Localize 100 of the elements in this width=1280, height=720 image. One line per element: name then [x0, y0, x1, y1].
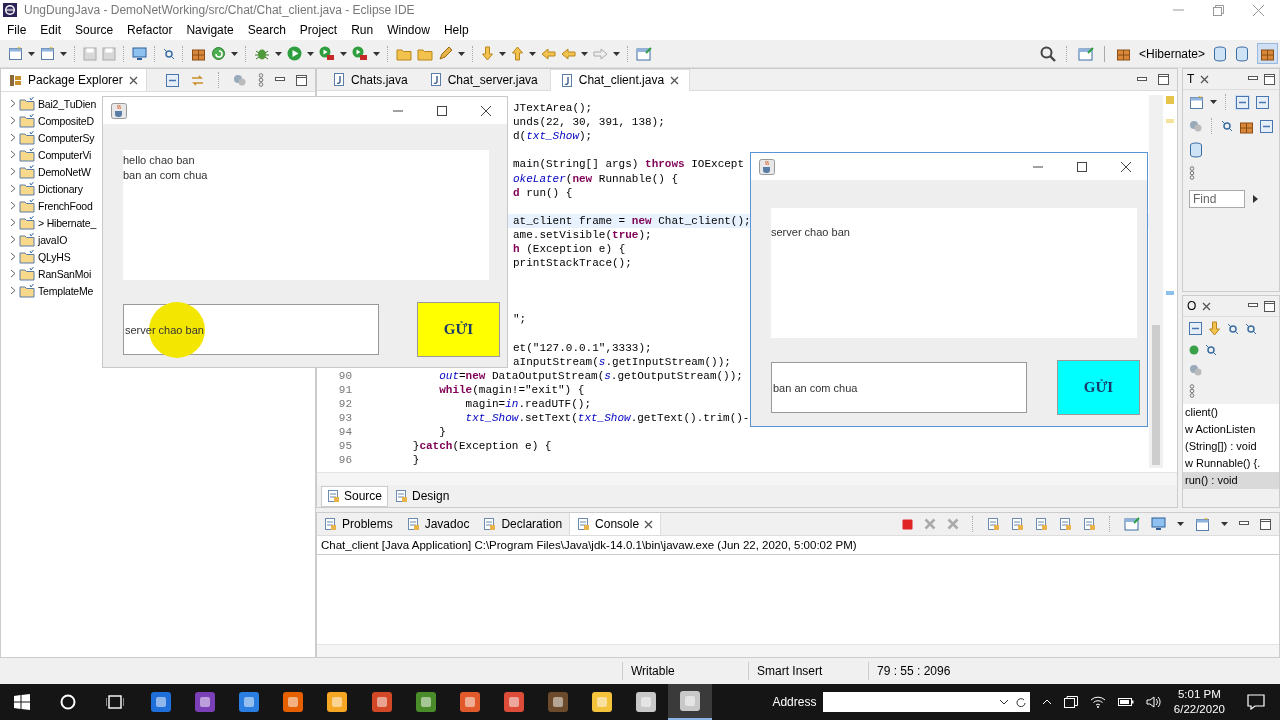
project-name[interactable]: ComputerSy: [38, 131, 95, 144]
menu-item[interactable]: Source: [75, 23, 114, 37]
scrollbar[interactable]: [317, 472, 1177, 485]
view-tab[interactable]: Package Explorer: [1, 69, 147, 91]
maximize-icon[interactable]: [1264, 73, 1275, 85]
pin-icon[interactable]: [163, 47, 175, 60]
caret-icon[interactable]: [1210, 100, 1217, 104]
project-name[interactable]: DemoNetW: [38, 165, 91, 178]
app-icon[interactable]: [150, 691, 173, 713]
collapse-icon[interactable]: [166, 73, 179, 87]
app-icon[interactable]: [635, 691, 658, 713]
battery-icon[interactable]: [1117, 697, 1134, 707]
window-icon[interactable]: [636, 46, 652, 61]
project-name[interactable]: javaIO: [38, 233, 68, 246]
pin-icon[interactable]: [1221, 120, 1233, 132]
close-icon[interactable]: [128, 75, 138, 85]
page-icon[interactable]: [395, 489, 409, 503]
annotation-marker[interactable]: [1166, 119, 1174, 123]
caret-icon[interactable]: [373, 51, 380, 56]
menu-item[interactable]: Project: [299, 23, 338, 37]
project-name[interactable]: QLyHS: [38, 250, 71, 263]
collapse-icon[interactable]: [1260, 119, 1273, 133]
caret-icon[interactable]: [999, 699, 1008, 705]
scrollbar[interactable]: [317, 644, 1279, 657]
outline-item[interactable]: w ActionListen: [1183, 421, 1279, 438]
editor-mode-tab[interactable]: Design: [390, 486, 455, 506]
caret-icon[interactable]: [60, 51, 67, 56]
page-icon[interactable]: [1059, 517, 1072, 531]
view-tab[interactable]: T: [1187, 72, 1195, 86]
menu-item[interactable]: File: [7, 23, 27, 37]
stop-icon[interactable]: [902, 518, 913, 530]
app-icon[interactable]: [194, 691, 217, 713]
vertical-dots-icon[interactable]: [258, 73, 264, 87]
page-icon[interactable]: [327, 489, 340, 503]
refresh-icon[interactable]: [211, 46, 226, 61]
minimize-icon[interactable]: [1137, 76, 1147, 83]
page-icon[interactable]: [483, 517, 497, 531]
app-icon[interactable]: [282, 691, 305, 713]
page-icon[interactable]: [1035, 517, 1048, 531]
chevron-up-icon[interactable]: [1041, 699, 1052, 705]
caret-icon[interactable]: [340, 51, 347, 56]
message-input[interactable]: ban an com chua: [771, 362, 1027, 413]
caret-icon[interactable]: [307, 51, 314, 56]
menu-item[interactable]: Search: [247, 23, 286, 37]
maximize-icon[interactable]: [1077, 161, 1087, 172]
view-tab[interactable]: Javadoc: [399, 513, 477, 535]
app-icon[interactable]: [547, 691, 570, 713]
window-icon[interactable]: [1077, 46, 1094, 61]
project-name[interactable]: Bai2_TuDien: [38, 97, 97, 110]
caret-icon[interactable]: [231, 51, 238, 56]
vertical-dots-icon[interactable]: [1189, 384, 1195, 398]
app-icon[interactable]: [679, 690, 702, 712]
dot-icon[interactable]: [1189, 345, 1199, 355]
windows-logo-icon[interactable]: [14, 694, 30, 710]
message-area[interactable]: server chao ban: [771, 208, 1137, 338]
menu-item[interactable]: Navigate: [186, 23, 234, 37]
database-icon[interactable]: [1235, 45, 1249, 62]
wifi-icon[interactable]: [1089, 696, 1106, 708]
perspective-button[interactable]: <Hibernate>: [1138, 46, 1205, 61]
document-icon[interactable]: [1195, 516, 1210, 532]
outline-item[interactable]: w Runnable() {.: [1183, 455, 1279, 472]
database-icon[interactable]: [1189, 142, 1203, 158]
project-name[interactable]: ComputerVi: [38, 148, 92, 161]
document-icon[interactable]: [8, 46, 23, 61]
maximize-icon[interactable]: [296, 74, 307, 86]
pin-icon[interactable]: [1205, 344, 1217, 356]
clock-time[interactable]: 5:01 PM: [1177, 687, 1221, 702]
project-name[interactable]: RanSanMoi: [38, 267, 92, 280]
annotation-marker[interactable]: [1166, 96, 1174, 104]
menu-item[interactable]: Run: [351, 23, 374, 37]
task-view-icon[interactable]: [106, 694, 124, 710]
minimize-icon[interactable]: [1239, 521, 1249, 527]
send-button[interactable]: GỬI: [1057, 360, 1140, 415]
maximize-icon[interactable]: [1260, 518, 1271, 530]
window-icon[interactable]: [1124, 517, 1140, 531]
minimize-icon[interactable]: [1248, 303, 1258, 309]
arrow-down-icon[interactable]: [481, 46, 494, 61]
play-icon[interactable]: [352, 46, 368, 61]
minimize-icon[interactable]: [275, 77, 285, 83]
page-icon[interactable]: [577, 517, 591, 531]
caret-icon[interactable]: [275, 51, 282, 56]
view-tab[interactable]: Console: [569, 513, 662, 535]
view-tab[interactable]: O: [1187, 299, 1197, 313]
close-icon[interactable]: [1202, 301, 1212, 311]
maximize-icon[interactable]: [437, 105, 447, 116]
find-field[interactable]: Find: [1189, 190, 1245, 208]
caret-icon[interactable]: [581, 51, 588, 56]
editor-mode-tab[interactable]: Source: [321, 485, 389, 507]
app-icon[interactable]: [414, 691, 437, 713]
app-icon[interactable]: [458, 691, 481, 713]
document-icon[interactable]: [40, 46, 55, 61]
monitor-icon[interactable]: [132, 46, 147, 61]
caret-icon[interactable]: [28, 51, 35, 56]
menu-item[interactable]: Window: [387, 23, 430, 37]
clock-date[interactable]: 6/22/2020: [1173, 702, 1225, 717]
play-icon[interactable]: [319, 46, 335, 61]
page-icon[interactable]: [324, 517, 337, 531]
arrow-up-icon[interactable]: [511, 46, 524, 61]
editor-tab[interactable]: Chats.java: [323, 69, 418, 90]
close-icon[interactable]: [644, 519, 654, 529]
